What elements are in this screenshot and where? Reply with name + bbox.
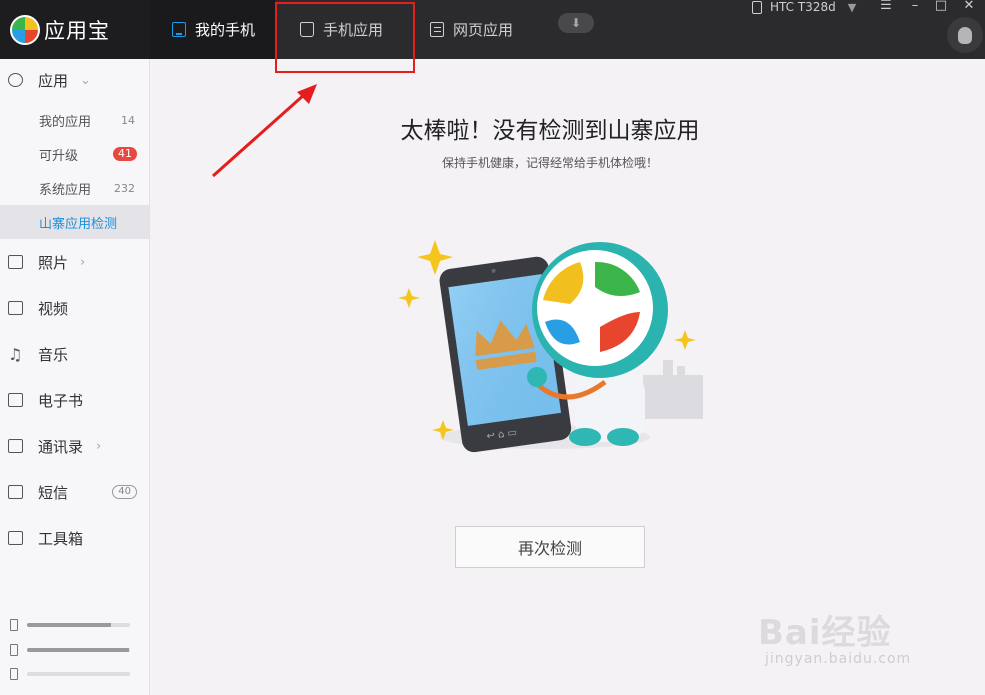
sdcard-icon bbox=[10, 644, 18, 656]
storage-fill bbox=[27, 623, 112, 627]
minimize-button[interactable]: – bbox=[906, 0, 924, 13]
music-note-icon: ♫ bbox=[8, 344, 23, 364]
storage-bar bbox=[27, 672, 130, 676]
phone-icon bbox=[172, 22, 186, 37]
sidebar-sub-label: 系统应用 bbox=[39, 182, 92, 198]
sidebar-item-toolbox[interactable]: 工具箱 bbox=[0, 521, 149, 555]
sidebar-item-ebooks[interactable]: 电子书 bbox=[0, 383, 149, 417]
sidebar-sub-upgradable[interactable]: 可升级 41 bbox=[0, 137, 149, 171]
sidebar: 应用 ⌄ 我的应用 14 可升级 41 系统应用 232 山寨应用检测 照片 ›… bbox=[0, 59, 150, 695]
sidebar-sub-label: 山寨应用检测 bbox=[39, 216, 118, 232]
sidebar-item-music[interactable]: ♫ 音乐 bbox=[0, 337, 149, 371]
count-label: 14 bbox=[121, 113, 135, 127]
sidebar-item-photos[interactable]: 照片 › bbox=[0, 245, 149, 279]
sidebar-item-label: 短信 bbox=[38, 483, 69, 502]
device-indicator[interactable]: HTC T328d ▼ bbox=[752, 0, 856, 14]
logo-icon bbox=[10, 14, 40, 45]
storage-sdcard[interactable] bbox=[10, 643, 135, 657]
storage-fill bbox=[27, 672, 129, 676]
close-button[interactable]: ✕ bbox=[960, 0, 978, 13]
sidebar-item-label: 照片 bbox=[38, 253, 69, 272]
contacts-icon bbox=[8, 439, 23, 453]
sdcard-icon bbox=[10, 668, 18, 680]
sidebar-sub-fake-app-check[interactable]: 山寨应用检测 bbox=[0, 205, 149, 239]
download-manager-button[interactable]: ⬇ bbox=[558, 13, 594, 33]
sidebar-sub-system-apps[interactable]: 系统应用 232 bbox=[0, 171, 149, 205]
page-subtitle: 保持手机健康，记得经常给手机体检哦！ bbox=[441, 156, 658, 170]
tab-web-apps[interactable]: 网页应用 bbox=[408, 0, 538, 59]
sidebar-sub-my-apps[interactable]: 我的应用 14 bbox=[0, 103, 149, 137]
top-bar: 应用宝 我的手机 手机应用 网页应用 ⬇ HTC T328d ▼ ☰ – □ ✕ bbox=[0, 0, 985, 59]
tab-web-apps-label: 网页应用 bbox=[453, 21, 514, 39]
app-logo[interactable]: 应用宝 bbox=[0, 0, 150, 59]
sms-count-badge: 40 bbox=[112, 485, 137, 499]
sidebar-item-apps[interactable]: 应用 ⌄ bbox=[0, 63, 149, 97]
storage-bar bbox=[27, 648, 130, 652]
sidebar-item-label: 电子书 bbox=[38, 391, 84, 410]
sidebar-item-label: 工具箱 bbox=[38, 529, 84, 548]
app-name: 应用宝 bbox=[44, 18, 110, 43]
message-icon bbox=[8, 485, 23, 499]
storage-phone[interactable] bbox=[10, 618, 135, 632]
page-title: 太棒啦！没有检测到山寨应用 bbox=[400, 118, 700, 144]
toolbox-icon bbox=[8, 531, 23, 545]
sidebar-item-label: 音乐 bbox=[38, 345, 69, 364]
download-arrow-icon: ⬇ bbox=[570, 16, 582, 30]
annotation-arrow bbox=[212, 84, 317, 178]
image-icon bbox=[8, 255, 23, 269]
sidebar-item-label: 通讯录 bbox=[38, 437, 84, 456]
count-label: 232 bbox=[114, 181, 135, 195]
qq-penguin-icon bbox=[958, 26, 972, 44]
device-name: HTC T328d bbox=[770, 0, 836, 14]
mascot-illustration: ↩ ⌂ ▭ bbox=[398, 240, 703, 453]
video-play-icon bbox=[8, 301, 23, 315]
storage-bar bbox=[27, 623, 130, 627]
upgrade-count-badge: 41 bbox=[113, 147, 137, 161]
settings-menu-icon[interactable]: ☰ bbox=[877, 0, 895, 13]
phone-storage-icon bbox=[10, 619, 18, 631]
tab-my-phone[interactable]: 我的手机 bbox=[150, 0, 275, 59]
sidebar-item-contacts[interactable]: 通讯录 › bbox=[0, 429, 149, 463]
baidu-jingyan-watermark: Bai经验 jingyan.baidu.com bbox=[755, 585, 955, 680]
sidebar-sub-label: 可升级 bbox=[39, 148, 79, 164]
recheck-button[interactable]: 再次检测 bbox=[455, 526, 645, 568]
watermark-main: Bai经验 bbox=[758, 613, 892, 653]
webpage-icon bbox=[430, 22, 444, 37]
apps-icon bbox=[8, 73, 23, 87]
chevron-right-icon: › bbox=[96, 438, 102, 454]
sidebar-item-video[interactable]: 视频 bbox=[0, 291, 149, 325]
book-icon bbox=[8, 393, 23, 407]
device-dropdown-icon[interactable]: ▼ bbox=[848, 1, 856, 14]
user-avatar[interactable] bbox=[947, 17, 983, 53]
chevron-right-icon: › bbox=[80, 254, 86, 270]
storage-fill bbox=[27, 648, 129, 652]
storage-sdcard-2[interactable] bbox=[10, 667, 135, 681]
sidebar-apps-label: 应用 bbox=[38, 71, 69, 90]
chevron-down-icon: ⌄ bbox=[80, 72, 91, 88]
annotation-highlight-box bbox=[275, 2, 415, 73]
sidebar-item-sms[interactable]: 短信 40 bbox=[0, 475, 149, 509]
sidebar-item-label: 视频 bbox=[38, 299, 69, 318]
sidebar-sub-label: 我的应用 bbox=[39, 114, 92, 130]
device-phone-icon bbox=[752, 0, 762, 14]
maximize-button[interactable]: □ bbox=[932, 0, 950, 13]
tab-my-phone-label: 我的手机 bbox=[195, 21, 256, 39]
watermark-sub: jingyan.baidu.com bbox=[765, 651, 912, 667]
